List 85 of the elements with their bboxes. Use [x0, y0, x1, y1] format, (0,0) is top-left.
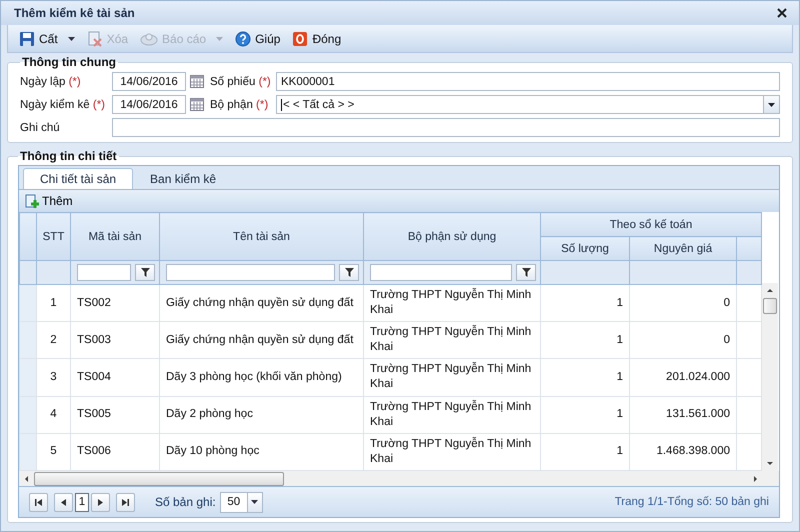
filter-button[interactable] [516, 264, 536, 281]
column-header[interactable]: STT [36, 212, 70, 260]
date-field[interactable]: 14/06/2016 [112, 72, 186, 91]
page-size-label: Số bản ghi: [155, 495, 216, 509]
last-page-icon [122, 498, 129, 506]
voucher-number-field[interactable]: KK000001 [276, 72, 780, 91]
table-cell: 1 [540, 396, 630, 434]
tab[interactable]: Chi tiết tài sản [23, 168, 134, 189]
note-field[interactable] [112, 118, 780, 137]
column-header[interactable]: Bộ phận sử dụng [364, 212, 540, 260]
section-title: Thông tin chung [21, 55, 117, 69]
next-icon [98, 498, 103, 506]
add-button[interactable]: Thêm [25, 194, 73, 208]
section-title: Thông tin chi tiết [19, 149, 118, 163]
column-header[interactable]: Tên tài sản [160, 212, 364, 260]
table-cell: 0 [630, 284, 736, 322]
table-cell: 1 [540, 322, 630, 359]
table-cell: Dãy 2 phòng học [160, 396, 364, 434]
caret-icon [68, 36, 75, 40]
filter-field[interactable] [166, 264, 335, 281]
table-cell: Dãy 3 phòng học (khối văn phòng) [160, 358, 364, 396]
column-header[interactable]: Nguyên giá [630, 236, 736, 260]
last-page-button[interactable] [116, 492, 135, 512]
filter-icon [344, 268, 354, 277]
window-title: Thêm kiểm kê tài sản [14, 6, 135, 20]
date-field[interactable]: 14/06/2016 [112, 95, 186, 114]
previous-icon [61, 498, 66, 506]
table-cell: 1 [36, 284, 70, 322]
filter-button[interactable] [135, 264, 155, 281]
calendar-icon[interactable] [190, 75, 204, 88]
table-cell: Giấy chứng nhận quyền sử dụng đất [160, 284, 364, 322]
first-page-icon [35, 498, 42, 506]
report-icon [140, 30, 158, 46]
field-label: Ghi chú [20, 122, 61, 134]
table-cell: TS005 [70, 396, 160, 434]
department-dropdown[interactable]: < < Tất cả > > [276, 95, 780, 114]
table-cell: 0 [630, 322, 736, 359]
caret-icon [216, 36, 224, 40]
field-label: Ngày kiểm kê (*) [20, 98, 106, 110]
caret-icon [768, 102, 775, 106]
tab[interactable]: Ban kiểm kê [133, 168, 234, 189]
exit-icon [292, 30, 308, 46]
first-page-button[interactable] [29, 492, 48, 512]
column-header[interactable]: Mã tài sản [70, 212, 160, 260]
field-label: Bộ phận (*) [210, 98, 270, 110]
table-cell: 3 [36, 358, 70, 396]
filter-field[interactable] [370, 264, 512, 281]
table-cell: 1 [540, 358, 630, 396]
filter-field[interactable] [77, 264, 131, 281]
horizontal-scrollbar[interactable] [19, 471, 779, 486]
close-icon[interactable] [777, 8, 787, 18]
filter-icon [522, 268, 530, 277]
previous-page-button[interactable] [54, 492, 73, 512]
table-cell: Trường THPT Nguyễn Thị Minh Khai [364, 358, 540, 396]
table-cell: TS002 [70, 284, 160, 322]
help-icon [235, 30, 252, 46]
table-cell: Trường THPT Nguyễn Thị Minh Khai [364, 396, 540, 434]
column-header[interactable]: Số lượng [540, 236, 630, 260]
table-cell: TS003 [70, 322, 160, 359]
page-number-field[interactable]: 1 [75, 492, 89, 512]
vertical-scrollbar[interactable] [762, 283, 778, 471]
toolbar-button[interactable]: Đóng [287, 28, 346, 48]
field-label: Ngày lập (*) [20, 76, 82, 88]
table-cell: Trường THPT Nguyễn Thị Minh Khai [364, 284, 540, 322]
add-document-icon [25, 194, 40, 208]
table-cell: Giấy chứng nhận quyền sử dụng đất [160, 322, 364, 359]
table-cell: TS004 [70, 358, 160, 396]
delete-icon [86, 30, 103, 46]
page-size-dropdown[interactable]: 50 [220, 492, 263, 512]
filter-button[interactable] [339, 264, 359, 281]
filter-icon [140, 268, 150, 277]
table-cell: 4 [36, 396, 70, 434]
next-page-button[interactable] [91, 492, 110, 512]
toolbar-button[interactable]: Giúp [230, 28, 286, 48]
toolbar-button[interactable]: Cất [14, 28, 80, 48]
table-cell: 2 [36, 322, 70, 359]
column-group-header: Theo sổ kế toán [540, 212, 762, 236]
table-cell: 131.561.000 [630, 396, 736, 434]
table-cell: 201.024.000 [630, 358, 736, 396]
calendar-icon[interactable] [190, 98, 204, 111]
table-cell: 1 [540, 284, 630, 322]
field-label: Số phiếu (*) [210, 76, 272, 88]
caret-icon [251, 500, 258, 504]
table-cell: Trường THPT Nguyễn Thị Minh Khai [364, 322, 540, 359]
record-summary: Trang 1/1-Tổng số: 50 bản ghi [614, 496, 769, 508]
